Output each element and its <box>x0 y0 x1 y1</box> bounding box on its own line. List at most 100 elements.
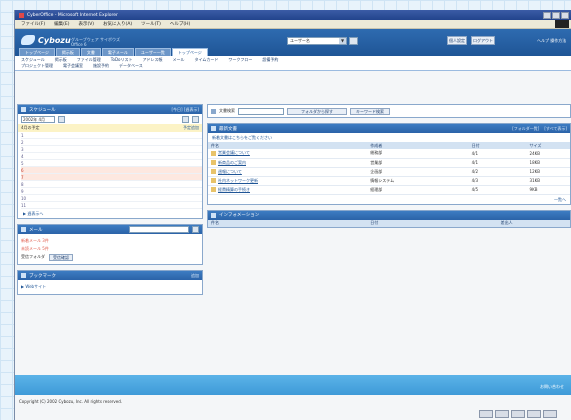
tab-documents[interactable]: 文書 <box>80 48 101 56</box>
tab-users[interactable]: ユーザー一覧 <box>134 48 171 56</box>
documents-more-link[interactable]: 一覧へ <box>208 195 570 204</box>
subnav-item[interactable]: プロジェクト管理 <box>21 63 53 69</box>
subnav-item[interactable]: ワークフロー <box>228 57 252 63</box>
subnav-row-2: プロジェクト管理 電子会議室 施設予約 データベース <box>21 63 565 69</box>
help-link[interactable]: ヘルプ 操作方法 <box>537 38 566 44</box>
go-button[interactable] <box>349 37 358 45</box>
doc-author-cell: 企画部 <box>367 167 469 177</box>
menu-edit[interactable]: 編集(E) <box>54 21 69 27</box>
menu-file[interactable]: ファイル(F) <box>21 21 45 27</box>
mail-search-button[interactable] <box>192 226 199 233</box>
day-row[interactable]: 7 <box>21 174 202 181</box>
day-number[interactable]: 3 <box>21 147 27 152</box>
table-row[interactable]: 社内ネットワーク更新 情報システム 4/3 31KB <box>208 176 570 186</box>
doc-title-cell[interactable]: 社内ネットワーク更新 <box>208 176 368 186</box>
mail-check-button[interactable]: 受信確認 <box>49 253 73 261</box>
documents-info[interactable]: 新着文書はこちらをご覧ください <box>208 133 570 142</box>
doc-search-input[interactable] <box>238 107 284 115</box>
day-row[interactable]: 6 <box>21 167 202 174</box>
day-row[interactable]: 3 <box>21 146 202 153</box>
menu-tools[interactable]: ツール(T) <box>141 21 161 27</box>
day-row[interactable]: 10 <box>21 195 202 202</box>
show-all-link[interactable]: [すべて表示] <box>544 126 567 132</box>
table-row[interactable]: 営業会議について 総務部 4/1 24KB <box>208 149 570 159</box>
subnav-item[interactable]: データベース <box>119 63 143 69</box>
prev-week-button[interactable] <box>182 115 189 123</box>
column-header[interactable]: 作成者 <box>367 142 469 149</box>
bookmark-item[interactable]: ▶ Webサイト <box>21 284 46 289</box>
day-number[interactable]: 11 <box>21 203 27 208</box>
column-header[interactable]: 件名 <box>208 219 368 227</box>
column-header[interactable]: サイズ <box>526 142 570 149</box>
column-header[interactable]: 日付 <box>367 219 498 227</box>
day-number[interactable]: 10 <box>21 196 27 201</box>
column-header[interactable]: 件名 <box>208 142 368 149</box>
personal-settings-button[interactable]: 個人設定 <box>447 36 467 45</box>
day-row[interactable]: 8 <box>21 181 202 188</box>
tab-top[interactable]: トップページ <box>19 48 55 56</box>
tab-bulletin[interactable]: 掲示板 <box>55 48 80 56</box>
doc-title-cell[interactable]: 新商品のご案内 <box>208 158 368 168</box>
month-select[interactable]: 2002年 4月 <box>21 115 55 123</box>
week-view-link[interactable]: ▶ 週表示へ <box>18 209 202 218</box>
doc-title-cell[interactable]: 営業会議について <box>208 149 368 159</box>
table-row[interactable]: 新商品のご案内 営業部 4/1 18KB <box>208 158 570 168</box>
day-row[interactable]: 5 <box>21 160 202 167</box>
prev-month-button[interactable] <box>58 115 65 123</box>
doc-title[interactable]: 週報について <box>218 169 242 174</box>
column-header[interactable]: 日付 <box>468 142 527 149</box>
day-number[interactable]: 9 <box>21 189 27 194</box>
keyword-search-button[interactable]: キーワード検索 <box>350 107 390 115</box>
menu-help[interactable]: ヘルプ(H) <box>170 21 190 27</box>
mail-search-input[interactable] <box>129 226 189 233</box>
bookmark-add-link[interactable]: 追加 <box>191 273 199 279</box>
day-row[interactable]: 11 <box>21 202 202 209</box>
day-row[interactable]: 9 <box>21 188 202 195</box>
doc-title[interactable]: 営業会議について <box>218 150 250 155</box>
day-number[interactable]: 7 <box>21 175 27 180</box>
contact-link[interactable]: お問い合わせ <box>540 384 564 390</box>
column-header[interactable]: 差出人 <box>497 219 570 227</box>
day-number[interactable]: 6 <box>21 168 27 173</box>
add-schedule-link[interactable]: 予定追加 <box>183 125 199 131</box>
doc-size-cell: 31KB <box>526 176 570 186</box>
user-select[interactable]: ユーザー名 ▼ <box>287 37 347 45</box>
subnav-item[interactable]: メール <box>172 57 184 63</box>
next-week-button[interactable] <box>192 115 199 123</box>
day-number[interactable]: 8 <box>21 182 27 187</box>
logo[interactable]: Cybozu <box>21 35 71 45</box>
day-row[interactable]: 2 <box>21 139 202 146</box>
maximize-button[interactable] <box>552 11 560 19</box>
doc-author-cell: 営業部 <box>367 158 469 168</box>
doc-title[interactable]: 社内ネットワーク更新 <box>218 178 258 183</box>
logout-button[interactable]: ログアウト <box>471 36 495 45</box>
minimize-button[interactable] <box>543 11 551 19</box>
day-number[interactable]: 1 <box>21 133 27 138</box>
subnav-item[interactable]: 設備予約 <box>262 57 278 63</box>
subnav-item[interactable]: 施設予約 <box>93 63 109 69</box>
day-number[interactable]: 4 <box>21 154 27 159</box>
mail-new-count[interactable]: 新着メール 3件 <box>21 237 49 245</box>
doc-title[interactable]: 経費精算の手続き <box>218 187 250 192</box>
doc-title-cell[interactable]: 経費精算の手続き <box>208 185 368 195</box>
doc-title[interactable]: 新商品のご案内 <box>218 160 246 165</box>
folder-search-button[interactable]: フォルダから探す <box>287 107 347 115</box>
day-number[interactable]: 5 <box>21 161 27 166</box>
day-number[interactable]: 2 <box>21 140 27 145</box>
subnav-item[interactable]: アドレス帳 <box>142 57 162 63</box>
folder-list-link[interactable]: [フォルダ一覧] <box>512 126 539 132</box>
doc-title-cell[interactable]: 週報について <box>208 167 368 177</box>
menu-view[interactable]: 表示(V) <box>78 21 94 27</box>
day-row[interactable]: 1 <box>21 132 202 139</box>
menu-favorites[interactable]: お気に入り(A) <box>103 21 132 27</box>
subnav-item[interactable]: 電子会議室 <box>63 63 83 69</box>
calendar-header-links[interactable]: [今日] [週表示] <box>171 107 199 113</box>
table-row[interactable]: 週報について 企画部 4/2 12KB <box>208 167 570 177</box>
table-row[interactable]: 経費精算の手続き 経理部 4/5 9KB <box>208 185 570 195</box>
close-button[interactable] <box>561 11 569 19</box>
mail-unread-count[interactable]: 未読メール 5件 <box>21 245 49 253</box>
day-row[interactable]: 4 <box>21 153 202 160</box>
subnav-item[interactable]: タイムカード <box>194 57 218 63</box>
tab-active[interactable]: トップページ <box>171 48 208 56</box>
tab-email[interactable]: 電子メール <box>101 48 134 56</box>
